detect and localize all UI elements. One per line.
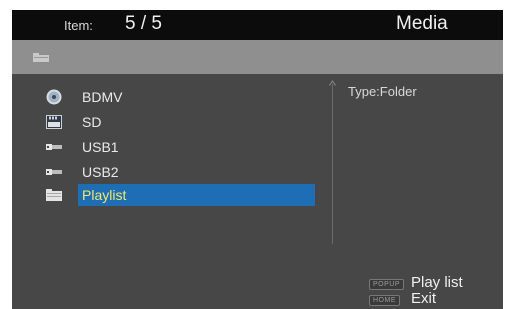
button-legend: POPUP Play list HOME Exit [353,274,503,309]
page-title: Media [396,13,448,34]
folder-icon [46,189,62,201]
home-key-label: HOME [369,295,400,306]
item-label: Item: [64,18,93,33]
popup-key-label: POPUP [369,279,405,290]
list-item-label: USB1 [82,139,119,155]
legend-row-home: HOME Exit [353,290,503,308]
list-item-label: USB2 [82,164,119,180]
usb-icon [46,169,62,175]
disc-icon [46,89,62,105]
header-bar: Item: 5 / 5 Media [12,10,503,40]
info-type-text: Type:Folder [348,84,417,99]
list-item-label: SD [82,114,102,130]
folder-icon [33,53,49,62]
list-item-playlist[interactable]: Playlist [46,184,315,206]
scrollbar-track[interactable] [332,84,333,244]
list-item-label: Playlist [82,187,127,203]
usb-icon [46,144,62,150]
file-list: BDMV SD USB1 USB2 Playlist [12,74,332,274]
path-bar [12,40,503,74]
list-item-sd[interactable]: SD [42,111,324,133]
list-item-usb2[interactable]: USB2 [42,161,324,183]
sd-card-icon [46,115,62,129]
list-item-usb1[interactable]: USB1 [42,136,324,158]
list-item-bdmv[interactable]: BDMV [42,86,324,108]
item-count: 5 / 5 [125,13,162,34]
list-item-label: BDMV [82,89,123,105]
home-action-label: Exit [411,290,437,307]
media-browser-screen: Item: 5 / 5 Media BDMV SD USB1 USB2 Play… [12,10,503,309]
popup-action-label: Play list [411,274,463,291]
